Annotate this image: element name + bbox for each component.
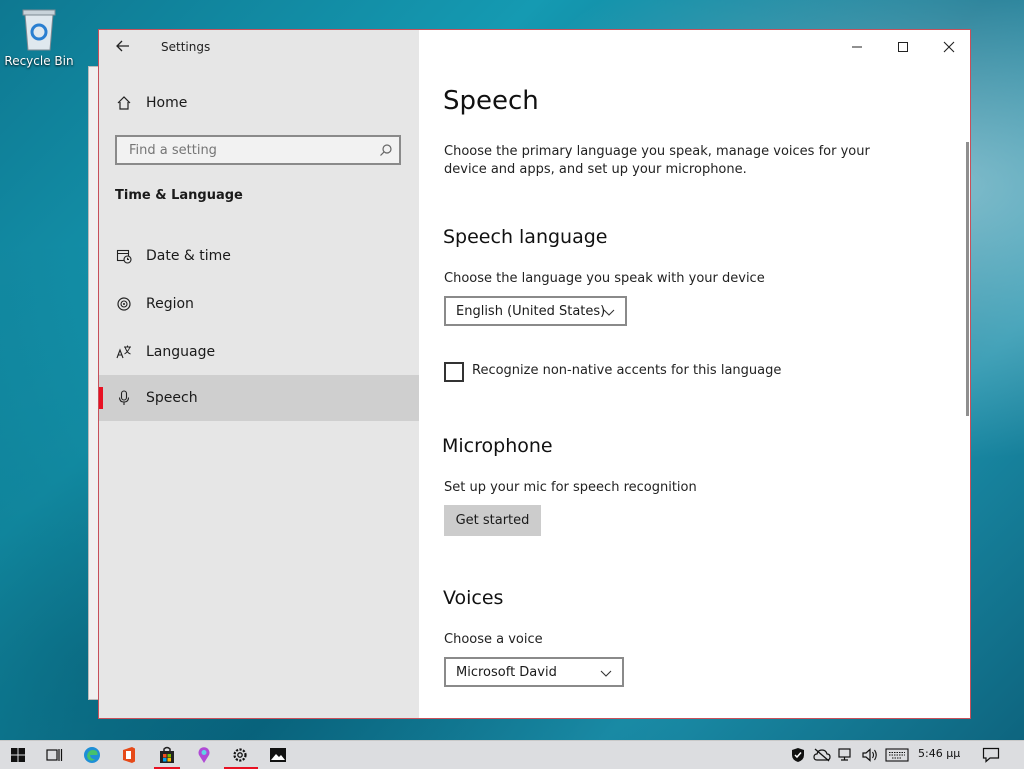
microphone-icon [116, 390, 132, 406]
touch-keyboard-button[interactable] [884, 746, 910, 764]
search-input[interactable] [127, 142, 371, 159]
sidebar-item-label: Home [146, 95, 188, 111]
network-icon [838, 748, 851, 761]
sidebar-item-home[interactable]: Home [99, 80, 419, 126]
keyboard-icon [885, 748, 909, 762]
speech-language-prompt: Choose the language you speak with your … [444, 271, 765, 286]
edge-browser-icon [84, 747, 100, 763]
language-icon [116, 344, 132, 360]
maximize-icon [898, 42, 908, 52]
close-icon [943, 41, 955, 53]
dropdown-value: English (United States) [456, 303, 606, 319]
sidebar-item-label: Date & time [146, 248, 231, 264]
store-button[interactable] [156, 745, 178, 765]
maximize-button[interactable] [881, 36, 925, 58]
recycle-bin-icon [19, 6, 59, 52]
microphone-prompt: Set up your mic for speech recognition [444, 480, 697, 495]
page-description: Choose the primary language you speak, m… [444, 144, 870, 177]
checkbox-label: Recognize non-native accents for this la… [472, 363, 782, 378]
settings-window: Settings Home Time & Language Date & tim… [98, 29, 971, 719]
voices-prompt: Choose a voice [444, 632, 543, 647]
task-view-button[interactable] [43, 745, 65, 765]
home-icon [116, 95, 132, 111]
taskbar: 5:46 μμ [0, 740, 1024, 769]
windows-logo-icon [11, 748, 25, 762]
sidebar-item-label: Speech [146, 390, 198, 406]
photos-button[interactable] [267, 745, 289, 765]
maps-button[interactable] [193, 745, 215, 765]
search-box[interactable] [115, 135, 401, 165]
volume-tray-button[interactable] [860, 746, 880, 764]
office-icon [123, 747, 135, 763]
back-button[interactable] [115, 38, 133, 56]
sidebar-item-language[interactable]: Language [99, 329, 419, 375]
non-native-accents-checkbox[interactable] [444, 362, 464, 382]
page-title: Speech [443, 86, 539, 116]
title-bar: Settings [99, 30, 419, 64]
edge-button[interactable] [81, 745, 103, 765]
minimize-icon [852, 46, 862, 48]
speech-language-heading: Speech language [443, 226, 608, 248]
calendar-clock-icon [116, 248, 132, 264]
desktop-icon-recycle-bin[interactable]: Recycle Bin [4, 6, 74, 68]
chevron-down-icon [603, 306, 615, 321]
office-button[interactable] [118, 745, 140, 765]
shield-icon [792, 748, 804, 762]
minimize-button[interactable] [835, 36, 879, 58]
search-icon [379, 142, 393, 161]
start-button[interactable] [7, 745, 29, 765]
cloud-offline-icon [813, 748, 831, 762]
back-arrow-icon [116, 40, 129, 52]
settings-taskbar-button[interactable] [229, 745, 251, 765]
window-title: Settings [161, 40, 211, 54]
action-center-button[interactable] [980, 746, 1002, 764]
taskbar-clock[interactable]: 5:46 μμ [918, 747, 960, 760]
sidebar-item-label: Region [146, 296, 194, 312]
notification-icon [982, 747, 1000, 763]
network-tray-button[interactable] [836, 746, 856, 764]
chevron-down-icon [600, 667, 612, 682]
sidebar-item-region[interactable]: Region [99, 281, 419, 327]
voice-dropdown[interactable]: Microsoft David [444, 657, 624, 687]
security-tray-button[interactable] [788, 746, 808, 764]
store-bag-icon [160, 746, 174, 763]
sidebar-item-speech[interactable]: Speech [99, 375, 419, 421]
scrollbar[interactable] [966, 142, 969, 416]
settings-sidebar: Settings Home Time & Language Date & tim… [99, 30, 419, 718]
section-heading: Time & Language [115, 188, 243, 203]
dropdown-value: Microsoft David [456, 664, 557, 680]
photos-icon [270, 748, 286, 762]
settings-content: Speech Choose the primary language you s… [419, 30, 970, 718]
globe-icon [116, 296, 132, 312]
map-pin-icon [198, 747, 210, 763]
recycle-bin-label: Recycle Bin [4, 54, 74, 68]
onedrive-tray-button[interactable] [812, 746, 832, 764]
sidebar-item-label: Language [146, 344, 216, 360]
task-view-icon [46, 749, 63, 761]
microphone-heading: Microphone [442, 435, 553, 457]
gear-icon [233, 748, 247, 762]
speech-language-dropdown[interactable]: English (United States) [444, 296, 627, 326]
sidebar-item-date-time[interactable]: Date & time [99, 233, 419, 279]
speaker-icon [862, 748, 877, 762]
voices-heading: Voices [443, 587, 504, 609]
close-button[interactable] [927, 36, 970, 58]
get-started-button[interactable]: Get started [444, 505, 541, 536]
